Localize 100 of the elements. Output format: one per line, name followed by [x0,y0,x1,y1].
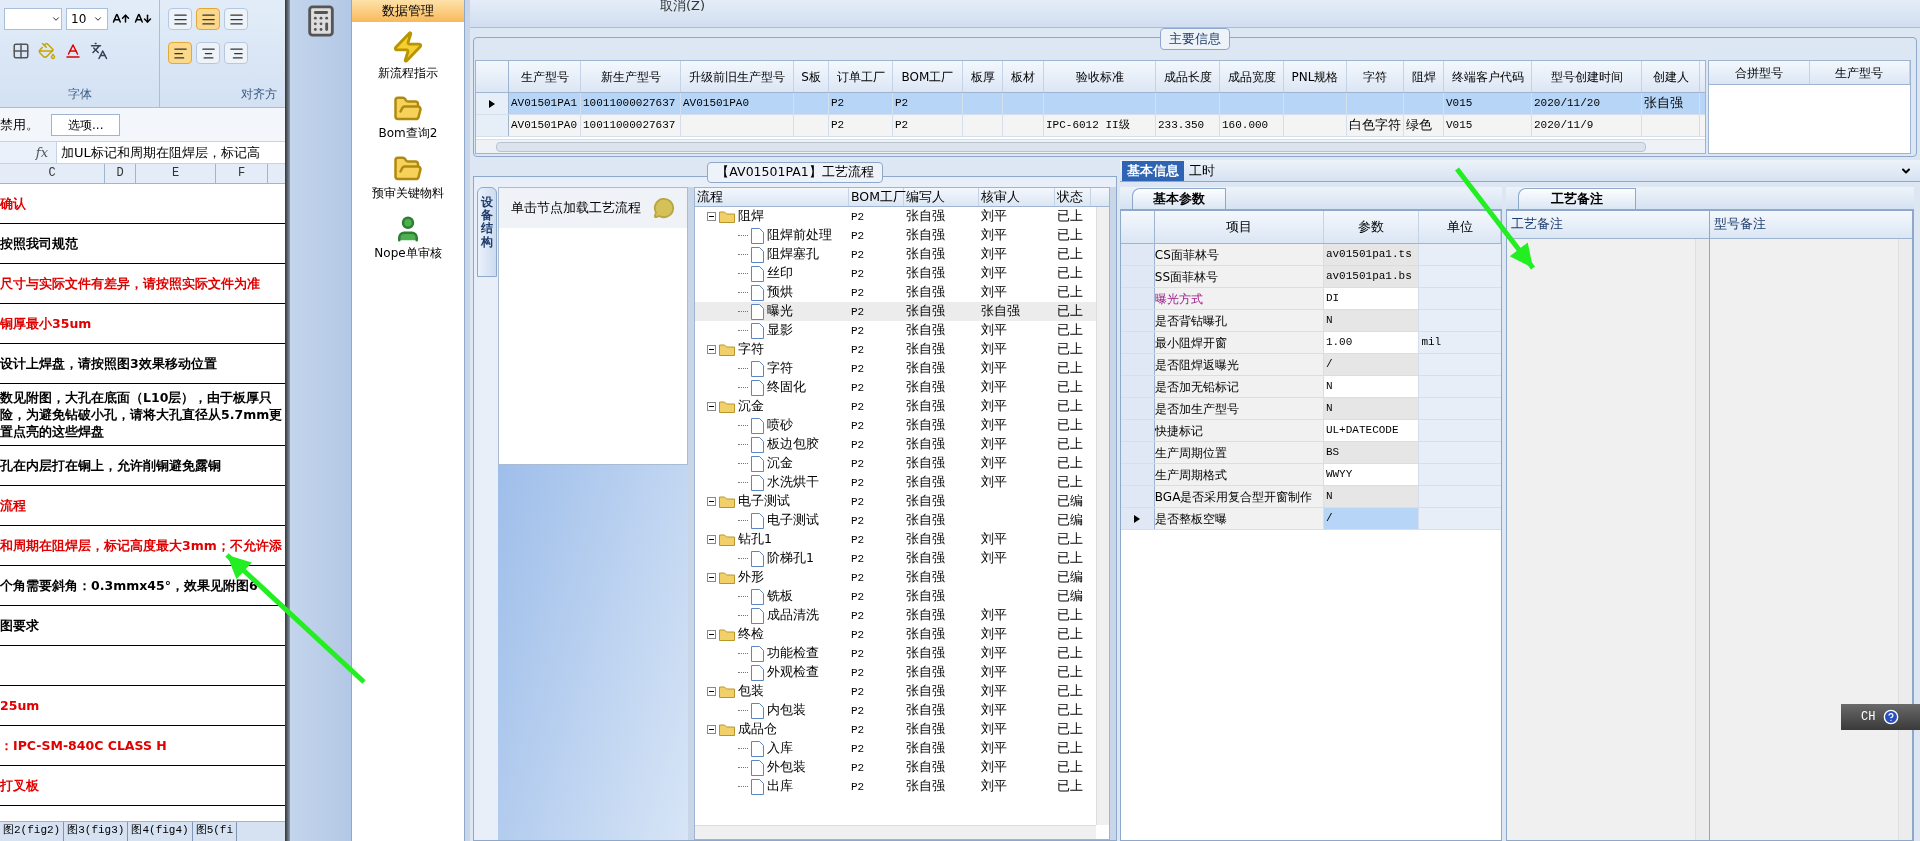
collapse-icon[interactable] [707,687,716,696]
value-cell[interactable]: N [1323,310,1420,331]
tree-row[interactable]: 功能检查 P2 张自强 刘平 已上 [695,644,1096,663]
tree-row[interactable]: 沉金 P2 张自强 刘平 已上 [695,454,1096,473]
tree-row[interactable]: 内包装 P2 张自强 刘平 已上 [695,701,1096,720]
sub-tab[interactable]: 工艺备注 [1518,188,1636,209]
collapse-icon[interactable] [707,725,716,734]
sheet-tab[interactable]: 图2(fig2) [0,822,65,841]
column-header[interactable]: 状态 [1055,188,1091,206]
table-row[interactable]: 是否整板空曝 / [1121,508,1501,530]
phonetic-icon[interactable] [90,42,108,60]
column-header[interactable]: 工艺备注 [1507,211,1709,239]
column-header[interactable]: 字符 [1347,61,1404,92]
table-row[interactable]: CS面菲林号 av01501pa1.ts [1121,244,1501,266]
column-header[interactable]: F [216,164,268,183]
column-header[interactable]: 终端客户代码 [1444,61,1532,92]
column-header[interactable]: BOM工厂 [893,61,963,92]
notes-field[interactable] [1507,239,1709,840]
collapse-icon[interactable] [707,573,716,582]
table-row[interactable]: AV01501PA1 10011000027637 AV01501PA0 P2 P2 V015 2020/11/20 张自强 [476,93,1705,115]
tree-row[interactable]: 喷砂 P2 张自强 刘平 已上 [695,416,1096,435]
table-row[interactable]: SS面菲林号 av01501pa1.bs [1121,266,1501,288]
table-row[interactable]: AV01501PA0 10011000027637 P2 P2 IPC-6012 II级 233.350 160.000 白色字符 绿色 V015 2020/11/9 [476,115,1705,137]
notes-field[interactable] [1710,239,1912,840]
column-header[interactable]: S板 [794,61,829,92]
column-header[interactable]: 项目 [1154,211,1324,243]
tree-row[interactable]: 铣板 P2 张自强 已编 [695,587,1096,606]
value-cell[interactable]: UL+DATECODE [1323,420,1420,441]
vertical-align-button[interactable] [168,8,192,30]
tree-row[interactable]: 阶梯孔1 P2 张自强 刘平 已上 [695,549,1096,568]
options-button[interactable]: 选项... [51,113,121,136]
tree-row[interactable]: 终检 P2 张自强 刘平 已上 [695,625,1096,644]
value-cell[interactable]: av01501pa1.ts [1323,244,1420,265]
table-row[interactable]: 是否加生产型号 N [1121,398,1501,420]
collapse-icon[interactable] [707,497,716,506]
tree-row[interactable]: 外包装 P2 张自强 刘平 已上 [695,758,1096,777]
tree-row[interactable]: 阻焊塞孔 P2 张自强 刘平 已上 [695,245,1096,264]
borders-icon[interactable] [12,42,30,60]
column-header[interactable]: 验收标准 [1044,61,1156,92]
help-icon[interactable] [1883,709,1900,725]
tree-row[interactable]: 终固化 P2 张自强 刘平 已上 [695,378,1096,397]
vertical-align-button[interactable] [224,8,248,30]
table-row[interactable]: 生产周期位置 BS [1121,442,1501,464]
value-cell[interactable]: / [1323,508,1420,529]
horizontal-align-button[interactable] [196,42,220,64]
value-cell[interactable]: BS [1323,442,1420,463]
tree-row[interactable]: 显影 P2 张自强 刘平 已上 [695,321,1096,340]
tree-row[interactable]: 预烘 P2 张自强 刘平 已上 [695,283,1096,302]
tree-row[interactable]: 阻焊前处理 P2 张自强 刘平 已上 [695,226,1096,245]
tree-row[interactable]: 入库 P2 张自强 刘平 已上 [695,739,1096,758]
value-cell[interactable]: DI [1323,288,1420,309]
value-cell[interactable]: / [1323,354,1420,375]
column-header[interactable]: 核审人 [979,188,1055,206]
column-header[interactable]: 创建人 [1642,61,1700,92]
formula-field[interactable]: 加UL标记和周期在阻焊层，标记高 [56,142,285,163]
scrollbar[interactable] [496,141,1646,152]
nav-item[interactable]: Bom查询2 [352,86,464,146]
column-header[interactable]: 编写人 [904,188,979,206]
table-row[interactable]: 是否加无铅标记 N [1121,376,1501,398]
sub-tab[interactable]: 基本参数 [1132,188,1226,209]
tree-row[interactable]: 钻孔1 P2 张自强 刘平 已上 [695,530,1096,549]
column-header[interactable]: 新生产型号 [581,61,681,92]
table-row[interactable]: 最小阻焊开窗 1.00 mil [1121,332,1501,354]
column-header[interactable]: 板材 [1003,61,1044,92]
value-cell[interactable]: N [1323,486,1420,507]
column-header[interactable]: 生产型号 [1809,61,1910,84]
table-row[interactable]: 快捷标记 UL+DATECODE [1121,420,1501,442]
tree-row[interactable]: 板边包胶 P2 张自强 刘平 已上 [695,435,1096,454]
table-row[interactable]: 是否阻焊返曝光 / [1121,354,1501,376]
column-header[interactable]: 订单工厂 [829,61,893,92]
tree-row[interactable]: 包装 P2 张自强 刘平 已上 [695,682,1096,701]
column-header[interactable]: D [105,164,136,183]
collapse-icon[interactable] [707,630,716,639]
tree-row[interactable]: 外形 P2 张自强 已编 [695,568,1096,587]
sheet-tab[interactable]: 图4(fig4) [128,822,193,841]
column-header[interactable]: 升级前旧生产型号 [681,61,794,92]
value-cell[interactable]: N [1323,376,1420,397]
side-tab[interactable]: 设备结构 [477,187,497,277]
table-row[interactable]: BGA是否采用复合型开窗制作 N [1121,486,1501,508]
column-header[interactable]: 参数 [1323,211,1420,243]
collapse-icon[interactable] [707,212,716,221]
table-row[interactable]: 曝光方式 DI [1121,288,1501,310]
tree-row[interactable]: 阻焊 P2 张自强 刘平 已上 [695,207,1096,226]
tree-row[interactable]: 成品清洗 P2 张自强 刘平 已上 [695,606,1096,625]
column-header[interactable]: 板厚 [963,61,1003,92]
value-cell[interactable]: av01501pa1.bs [1323,266,1420,287]
tree-row[interactable]: 水洗烘干 P2 张自强 刘平 已上 [695,473,1096,492]
horizontal-align-button[interactable] [224,42,248,64]
collapse-icon[interactable] [707,345,716,354]
fill-color-icon[interactable] [38,42,56,60]
font-color-icon[interactable] [64,42,82,60]
column-header[interactable]: C [0,164,105,183]
tab[interactable]: 基本信息 [1122,161,1184,181]
column-header[interactable]: 生产型号 [509,61,581,92]
column-header[interactable]: 合拼型号 [1709,61,1810,84]
column-header[interactable]: PNL规格 [1284,61,1347,92]
font-size-field[interactable]: 10 [66,8,108,30]
column-header[interactable]: 阻焊 [1404,61,1444,92]
function-label[interactable]: fx [0,142,56,163]
tree-row[interactable]: 曝光 P2 张自强 张自强 已上 [695,302,1096,321]
